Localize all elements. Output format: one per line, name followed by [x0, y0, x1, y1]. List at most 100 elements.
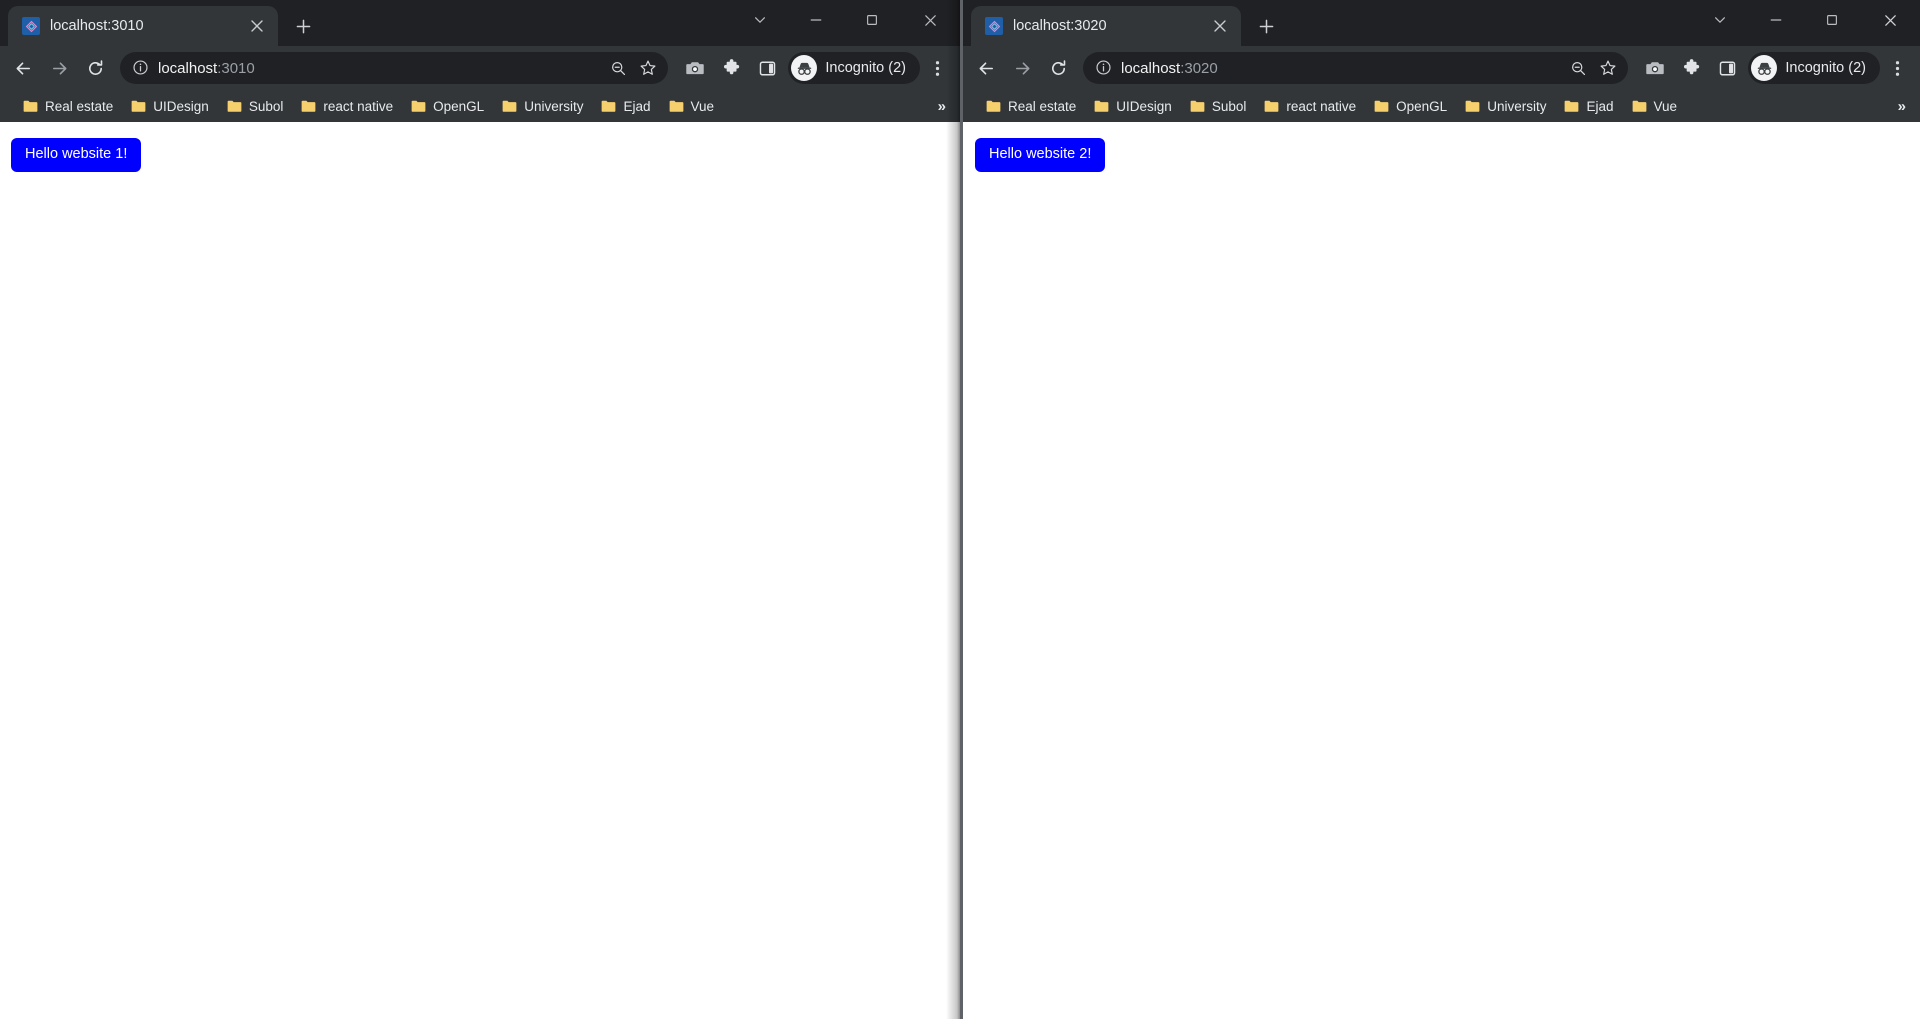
window-controls: [732, 0, 960, 46]
hello-website-button[interactable]: Hello website 2!: [975, 138, 1105, 172]
bookmark-label: University: [1487, 99, 1546, 114]
bookmark-item[interactable]: Vue: [1623, 96, 1687, 117]
close-icon[interactable]: [246, 15, 268, 37]
back-arrow-icon[interactable]: [6, 51, 40, 85]
tab-title: localhost:3020: [1013, 18, 1199, 34]
bookmark-label: react native: [1286, 99, 1356, 114]
folder-icon: [1264, 100, 1279, 113]
star-icon[interactable]: [1594, 54, 1622, 82]
folder-icon: [23, 100, 38, 113]
incognito-indicator[interactable]: Incognito (2): [1748, 52, 1880, 84]
puzzle-piece-icon[interactable]: [1674, 51, 1708, 85]
kebab-menu-icon[interactable]: [922, 51, 952, 85]
address-bar[interactable]: localhost:3010: [120, 52, 668, 84]
star-icon[interactable]: [634, 54, 662, 82]
bookmarks-bar: Real estate UIDesign Subol react native: [0, 90, 960, 122]
info-circle-icon[interactable]: [132, 59, 150, 77]
forward-arrow-icon[interactable]: [1005, 51, 1039, 85]
camera-icon[interactable]: [678, 51, 712, 85]
folder-icon: [1190, 100, 1205, 113]
bookmark-label: OpenGL: [1396, 99, 1447, 114]
incognito-hat-icon: [1751, 55, 1777, 81]
desktop: localhost:3010: [0, 0, 1920, 1019]
browser-tab[interactable]: localhost:3010: [8, 6, 278, 46]
zoom-out-icon[interactable]: [604, 54, 632, 82]
zoom-out-icon[interactable]: [1564, 54, 1592, 82]
page-viewport: Hello website 2!: [963, 122, 1920, 1019]
kebab-menu-icon[interactable]: [1882, 51, 1912, 85]
new-tab-button[interactable]: [1249, 9, 1283, 43]
bookmark-label: Subol: [1212, 99, 1247, 114]
bookmark-item[interactable]: Vue: [660, 96, 724, 117]
url-text[interactable]: localhost:3020: [1121, 60, 1556, 77]
bookmark-item[interactable]: Ejad: [592, 96, 659, 117]
folder-icon: [1094, 100, 1109, 113]
info-circle-icon[interactable]: [1095, 59, 1113, 77]
bookmark-item[interactable]: UIDesign: [1085, 96, 1181, 117]
folder-icon: [131, 100, 146, 113]
minimize-button[interactable]: [1748, 0, 1804, 40]
tab-search-button[interactable]: [732, 0, 788, 40]
bookmark-label: OpenGL: [433, 99, 484, 114]
window-controls: [1692, 0, 1920, 46]
address-bar[interactable]: localhost:3020: [1083, 52, 1628, 84]
reload-icon[interactable]: [78, 51, 112, 85]
diamond-favicon: [22, 17, 40, 35]
bookmark-item[interactable]: University: [1456, 96, 1555, 117]
folder-icon: [1465, 100, 1480, 113]
camera-icon[interactable]: [1638, 51, 1672, 85]
folder-icon: [1564, 100, 1579, 113]
bookmark-label: react native: [323, 99, 393, 114]
new-tab-button[interactable]: [286, 9, 320, 43]
bookmark-item[interactable]: react native: [292, 96, 402, 117]
bookmark-item[interactable]: UIDesign: [122, 96, 218, 117]
puzzle-piece-icon[interactable]: [714, 51, 748, 85]
tab-search-button[interactable]: [1692, 0, 1748, 40]
incognito-indicator[interactable]: Incognito (2): [788, 52, 920, 84]
browser-window-2: localhost:3020: [960, 0, 1920, 1019]
close-window-button[interactable]: [1860, 0, 1920, 40]
bookmark-label: Real estate: [1008, 99, 1076, 114]
close-icon[interactable]: [1209, 15, 1231, 37]
tab-strip: localhost:3010: [0, 0, 960, 46]
side-panel-icon[interactable]: [750, 51, 784, 85]
diamond-favicon: [985, 17, 1003, 35]
folder-icon: [1632, 100, 1647, 113]
browser-toolbar: localhost:3010: [0, 46, 960, 90]
bookmark-item[interactable]: OpenGL: [1365, 96, 1456, 117]
bookmark-item[interactable]: Ejad: [1555, 96, 1622, 117]
hello-website-button[interactable]: Hello website 1!: [11, 138, 141, 172]
browser-tab[interactable]: localhost:3020: [971, 6, 1241, 46]
bookmark-label: Real estate: [45, 99, 113, 114]
tab-title: localhost:3010: [50, 18, 236, 34]
url-port: :3020: [1180, 60, 1218, 77]
url-port: :3010: [217, 60, 255, 77]
folder-icon: [502, 100, 517, 113]
minimize-button[interactable]: [788, 0, 844, 40]
back-arrow-icon[interactable]: [969, 51, 1003, 85]
bookmark-item[interactable]: react native: [1255, 96, 1365, 117]
maximize-button[interactable]: [1804, 0, 1860, 40]
close-window-button[interactable]: [900, 0, 960, 40]
bookmark-label: Vue: [691, 99, 715, 114]
maximize-button[interactable]: [844, 0, 900, 40]
page-viewport: Hello website 1!: [0, 122, 960, 1019]
bookmark-label: Subol: [249, 99, 284, 114]
folder-icon: [301, 100, 316, 113]
bookmark-item[interactable]: University: [493, 96, 592, 117]
bookmark-item[interactable]: Real estate: [977, 96, 1085, 117]
bookmarks-overflow-button[interactable]: »: [930, 96, 954, 117]
folder-icon: [601, 100, 616, 113]
browser-window-1: localhost:3010: [0, 0, 960, 1019]
tab-strip: localhost:3020: [963, 0, 1920, 46]
bookmark-item[interactable]: Real estate: [14, 96, 122, 117]
bookmark-item[interactable]: OpenGL: [402, 96, 493, 117]
folder-icon: [227, 100, 242, 113]
url-text[interactable]: localhost:3010: [158, 60, 596, 77]
bookmark-item[interactable]: Subol: [1181, 96, 1256, 117]
side-panel-icon[interactable]: [1710, 51, 1744, 85]
reload-icon[interactable]: [1041, 51, 1075, 85]
forward-arrow-icon[interactable]: [42, 51, 76, 85]
bookmarks-overflow-button[interactable]: »: [1890, 96, 1914, 117]
bookmark-item[interactable]: Subol: [218, 96, 293, 117]
